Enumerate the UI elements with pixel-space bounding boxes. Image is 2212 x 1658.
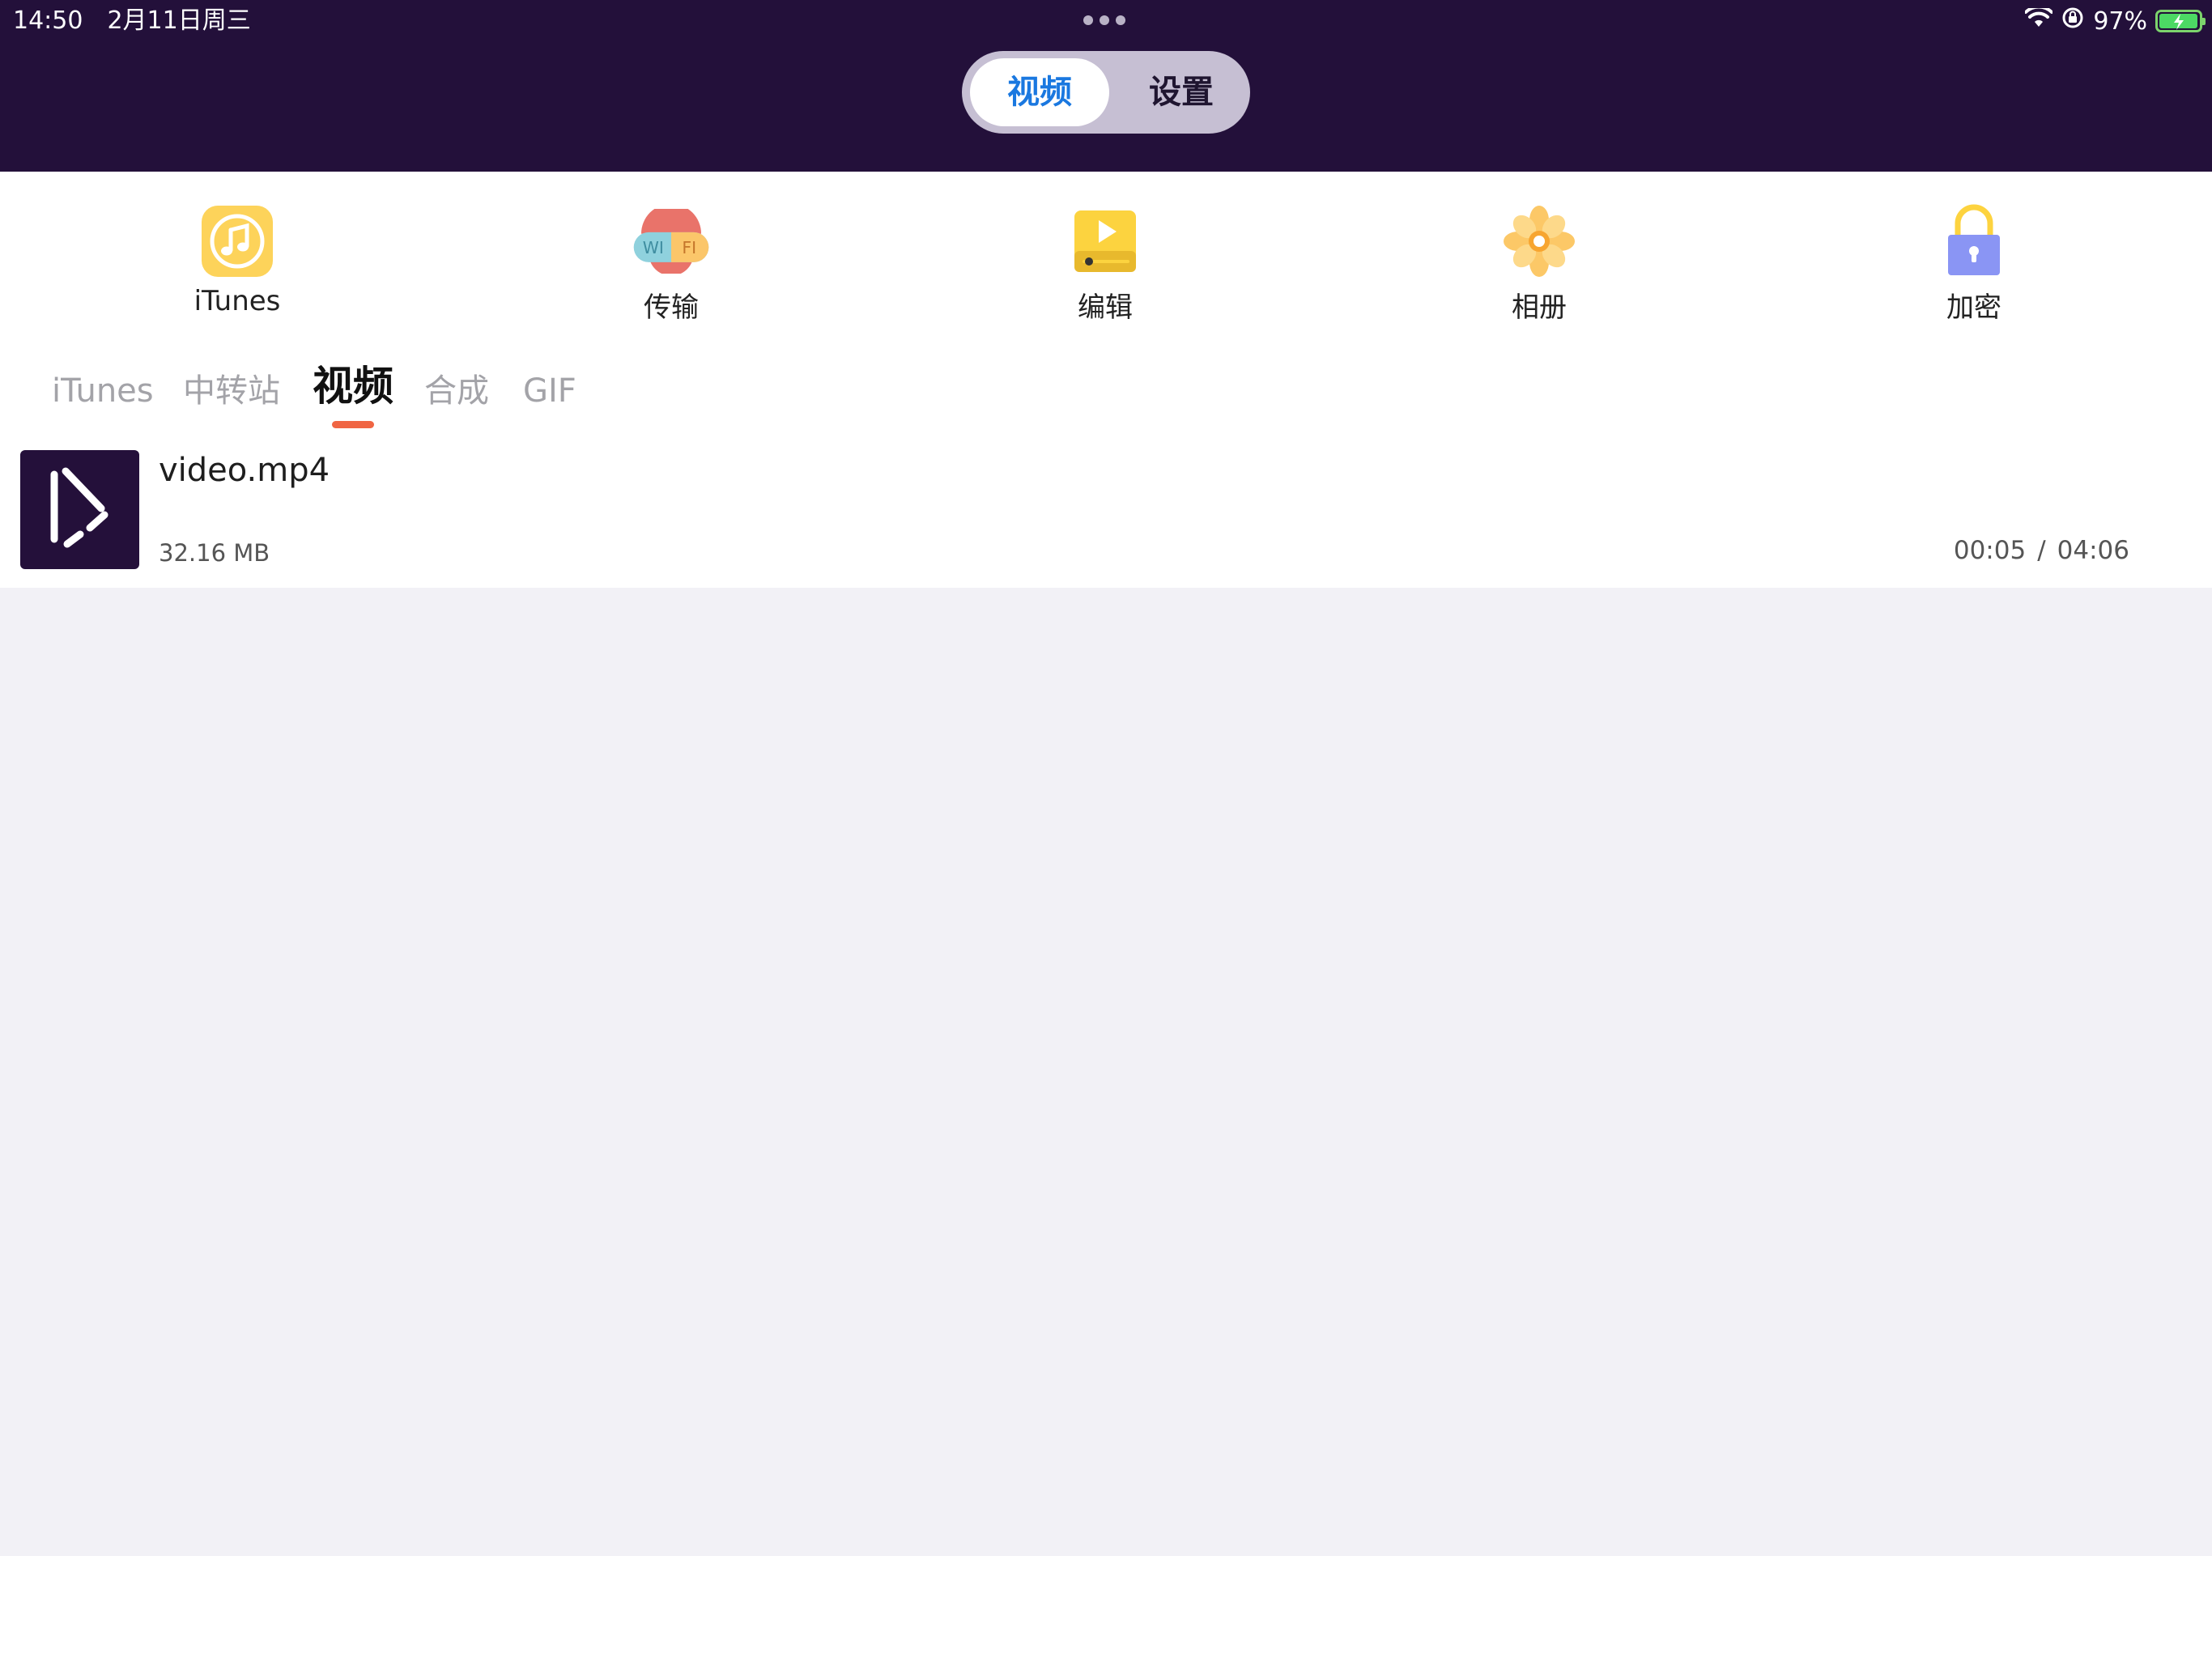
- toolbar-item-encrypt[interactable]: 加密: [1877, 201, 2071, 330]
- tab-transfer-station[interactable]: 中转站: [183, 363, 280, 419]
- segmented-control: 视频 设置: [962, 51, 1250, 134]
- toolbar-item-edit[interactable]: 编辑: [1008, 201, 1202, 330]
- multitasking-dots-icon[interactable]: [1083, 11, 1129, 29]
- tab-video[interactable]: 视频: [313, 358, 393, 414]
- wifi-icon: [2024, 5, 2054, 36]
- tab-itunes[interactable]: iTunes: [52, 363, 154, 419]
- status-bar-right: 97%: [2024, 3, 2206, 39]
- toolbar-label: 传输: [644, 291, 699, 324]
- photo-album-icon: [1499, 201, 1580, 282]
- edit-video-icon: [1065, 201, 1146, 282]
- empty-list-area: [0, 588, 2212, 1556]
- playback-time: 00:05 / 04:06: [1954, 536, 2129, 565]
- video-thumbnail: [20, 450, 139, 569]
- toolbar-item-itunes[interactable]: iTunes: [140, 201, 334, 330]
- battery-percent: 97%: [2093, 6, 2147, 36]
- svg-text:WI: WI: [643, 238, 664, 257]
- file-name: video.mp4: [159, 452, 330, 489]
- play-logo-icon: [50, 467, 108, 548]
- toolbar-label: 相册: [1512, 291, 1567, 324]
- toolbar-label: 编辑: [1078, 291, 1133, 324]
- file-list-item[interactable]: video.mp4 32.16 MB 00:05 / 04:06: [0, 447, 2212, 588]
- tab-gif[interactable]: GIF: [523, 363, 576, 419]
- svg-text:FI: FI: [682, 238, 696, 257]
- toolbar-label: 加密: [1946, 291, 2001, 324]
- top-bar: 14:50 2月11日周三 97% 视频 设置: [0, 0, 2212, 172]
- lock-icon: [1933, 201, 2014, 282]
- toolbar-label: iTunes: [194, 285, 281, 317]
- current-position: 00:05: [1953, 536, 2027, 565]
- orientation-lock-icon: [2061, 6, 2085, 36]
- itunes-icon: [197, 201, 278, 282]
- status-bar-left: 14:50 2月11日周三: [13, 3, 251, 39]
- segment-settings[interactable]: 设置: [1121, 58, 1242, 126]
- toolbar-item-transfer[interactable]: WI FI 传输: [574, 201, 768, 330]
- bottom-area: [0, 1556, 2212, 1658]
- time-separator: /: [2037, 536, 2046, 565]
- tab-compose[interactable]: 合成: [424, 363, 489, 419]
- battery-charging-icon: [2155, 10, 2206, 32]
- wifi-transfer-icon: WI FI: [631, 201, 712, 282]
- segment-video[interactable]: 视频: [970, 58, 1109, 126]
- tab-active-indicator: [332, 421, 374, 428]
- status-time: 14:50: [13, 6, 83, 35]
- toolbar-item-album[interactable]: 相册: [1442, 201, 1636, 330]
- total-duration: 04:06: [2057, 536, 2129, 565]
- status-date: 2月11日周三: [107, 6, 251, 35]
- file-size: 32.16 MB: [159, 539, 270, 567]
